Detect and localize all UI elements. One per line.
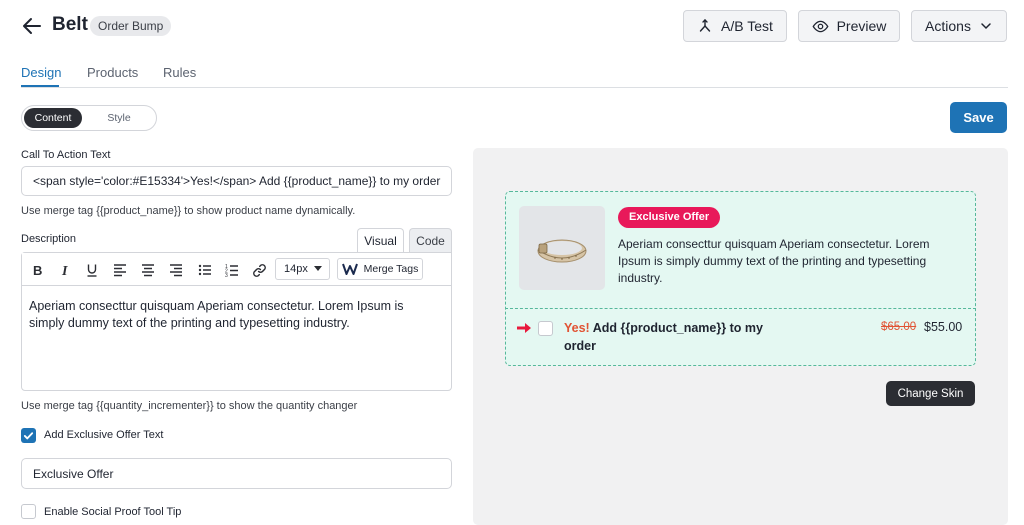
tab-products[interactable]: Products bbox=[87, 65, 138, 80]
ab-test-button[interactable]: A/B Test bbox=[683, 10, 787, 42]
merge-tags-logo-icon bbox=[341, 263, 358, 275]
visual-tab[interactable]: Visual bbox=[357, 228, 404, 253]
description-editor-content[interactable]: Aperiam consecttur quisquam Aperiam cons… bbox=[29, 298, 439, 331]
exclusive-offer-badge: Exclusive Offer bbox=[618, 207, 721, 228]
merge-tags-button[interactable]: Merge Tags bbox=[337, 258, 423, 280]
align-center-icon[interactable] bbox=[139, 261, 157, 279]
preview-cta-yes: Yes! bbox=[564, 321, 590, 335]
style-toggle-option[interactable]: Style bbox=[88, 108, 150, 128]
link-icon[interactable] bbox=[250, 261, 268, 279]
description-editor: B I 123 14px Merge Tags Aperiam consectt… bbox=[21, 252, 452, 391]
content-toggle-option[interactable]: Content bbox=[24, 108, 82, 128]
active-tab-indicator bbox=[21, 85, 59, 87]
actions-label: Actions bbox=[925, 18, 971, 34]
eye-icon bbox=[812, 20, 829, 32]
svg-text:3: 3 bbox=[225, 273, 228, 277]
underline-icon[interactable] bbox=[83, 261, 101, 279]
caret-down-icon bbox=[313, 266, 322, 271]
social-proof-checkbox[interactable] bbox=[21, 504, 36, 519]
align-right-icon[interactable] bbox=[167, 261, 185, 279]
preview-label: Preview bbox=[836, 18, 887, 34]
order-bump-divider bbox=[505, 308, 976, 309]
italic-icon[interactable]: I bbox=[56, 261, 74, 279]
chevron-down-icon bbox=[981, 23, 991, 30]
ab-test-icon bbox=[699, 19, 711, 32]
type-badge: Order Bump bbox=[90, 16, 172, 36]
description-label: Description bbox=[21, 233, 77, 245]
code-tab[interactable]: Code bbox=[409, 228, 452, 253]
exclusive-offer-checkbox[interactable] bbox=[21, 428, 36, 443]
checkmark-icon bbox=[23, 432, 34, 440]
font-size-select[interactable]: 14px bbox=[275, 258, 330, 280]
actions-dropdown[interactable]: Actions bbox=[911, 10, 1007, 42]
cta-help-text: Use merge tag {{product_name}} to show p… bbox=[21, 205, 356, 217]
font-size-value: 14px bbox=[284, 263, 308, 275]
bold-icon[interactable]: B bbox=[29, 261, 47, 279]
content-style-toggle: Content Style bbox=[21, 105, 157, 131]
exclusive-offer-text-input[interactable]: Exclusive Offer bbox=[21, 458, 452, 489]
back-arrow-icon[interactable] bbox=[20, 14, 44, 38]
old-price: $65.00 bbox=[881, 321, 917, 333]
numbered-list-icon[interactable]: 123 bbox=[223, 261, 241, 279]
cta-text-input[interactable]: <span style='color:#E15334'>Yes!</span> … bbox=[21, 166, 452, 196]
exclusive-offer-label: Add Exclusive Offer Text bbox=[44, 429, 164, 441]
social-proof-label: Enable Social Proof Tool Tip bbox=[44, 506, 182, 518]
tab-bar: Design Products Rules bbox=[21, 58, 1008, 88]
editor-toolbar: B I 123 14px Merge Tags bbox=[22, 253, 451, 286]
merge-tags-label: Merge Tags bbox=[363, 263, 419, 275]
description-help-text: Use merge tag {{quantity_incrementer}} t… bbox=[21, 400, 358, 412]
cta-field-label: Call To Action Text bbox=[21, 149, 111, 161]
new-price: $55.00 bbox=[924, 320, 963, 334]
save-button[interactable]: Save bbox=[950, 102, 1007, 133]
change-skin-button[interactable]: Change Skin bbox=[886, 381, 975, 406]
bullet-list-icon[interactable] bbox=[196, 261, 214, 279]
product-image bbox=[519, 206, 605, 290]
tab-rules[interactable]: Rules bbox=[163, 65, 196, 80]
preview-button[interactable]: Preview bbox=[798, 10, 900, 42]
ab-test-label: A/B Test bbox=[721, 18, 773, 34]
arrow-right-icon bbox=[517, 323, 531, 333]
preview-cta-rest: Add {{product_name}} to my order bbox=[564, 321, 763, 353]
page-title: Belt bbox=[52, 14, 88, 35]
align-left-icon[interactable] bbox=[111, 261, 129, 279]
preview-description: Aperiam consecttur quisquam Aperiam cons… bbox=[618, 237, 930, 285]
add-to-order-checkbox[interactable] bbox=[538, 321, 553, 336]
belt-image bbox=[537, 239, 587, 263]
preview-cta-text: Yes! Add {{product_name}} to my order bbox=[564, 319, 774, 355]
svg-text:I: I bbox=[61, 264, 68, 277]
svg-text:B: B bbox=[33, 263, 42, 277]
tab-design[interactable]: Design bbox=[21, 65, 61, 80]
